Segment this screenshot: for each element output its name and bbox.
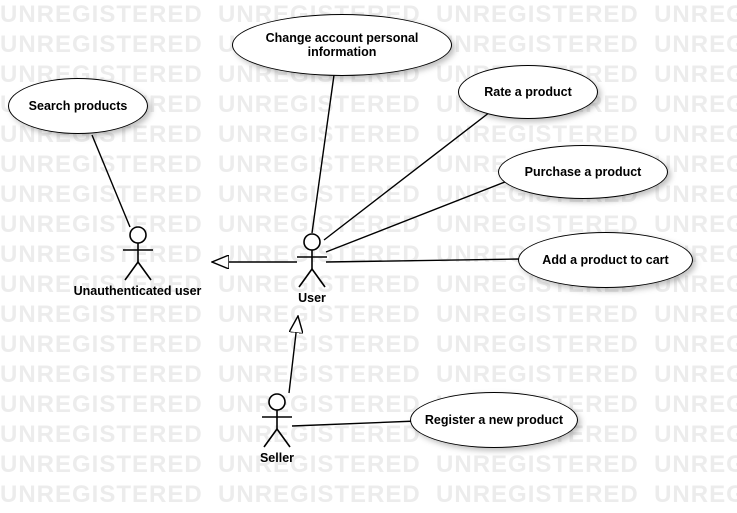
usecase-addcart: Add a product to cart [518, 232, 693, 288]
usecase-rate: Rate a product [458, 65, 598, 119]
usecase-label: Search products [29, 99, 128, 113]
usecase-label: Register a new product [425, 413, 563, 427]
actor-user: User [292, 233, 332, 305]
actor-icon [120, 226, 156, 282]
usecase-purchase: Purchase a product [498, 145, 668, 199]
actor-unauth: Unauthenticated user [70, 226, 205, 298]
usecase-search: Search products [8, 78, 148, 134]
actor-seller: Seller [257, 393, 297, 465]
actor-label: Seller [257, 451, 297, 465]
actor-icon [259, 393, 295, 449]
actor-label: User [292, 291, 332, 305]
usecase-label: Change account personal information [243, 31, 441, 59]
usecase-label: Add a product to cart [542, 253, 668, 267]
usecase-change: Change account personal information [232, 14, 452, 76]
actor-label: Unauthenticated user [70, 284, 205, 298]
usecase-label: Purchase a product [525, 165, 642, 179]
usecase-register: Register a new product [410, 392, 578, 448]
usecase-label: Rate a product [484, 85, 572, 99]
actor-icon [294, 233, 330, 289]
